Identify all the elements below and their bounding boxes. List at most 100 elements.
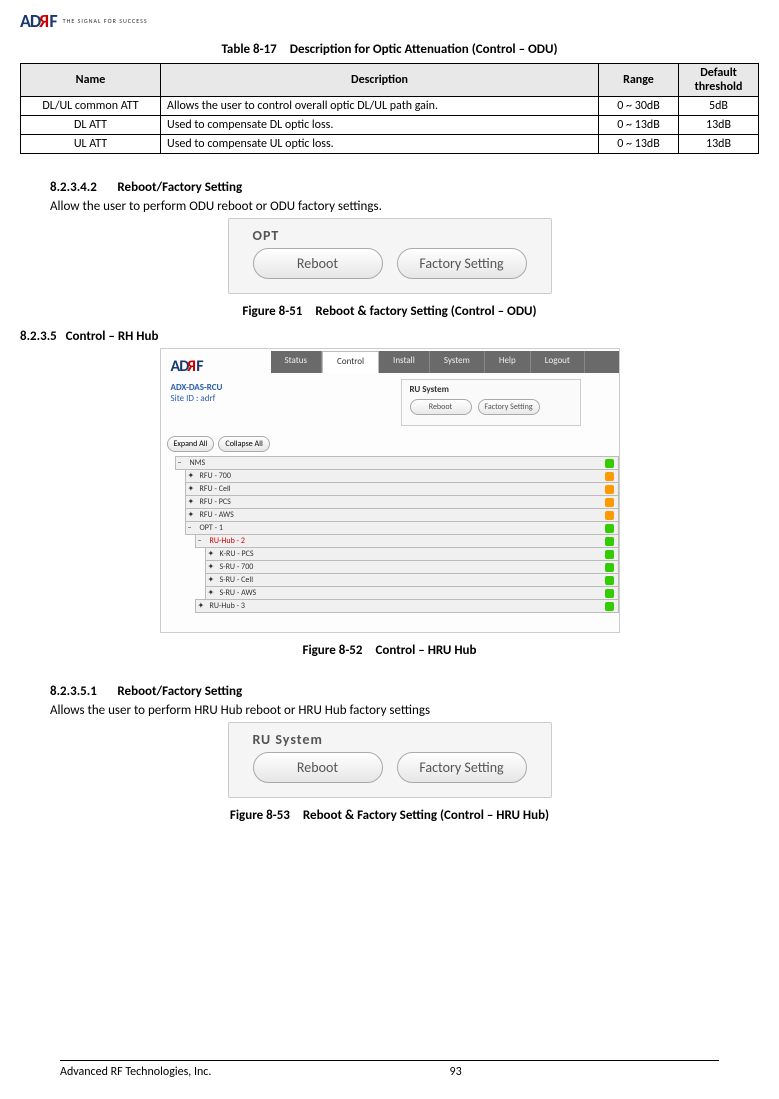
table-caption: Table 8-17 Description for Optic Attenua…: [20, 42, 759, 57]
nav-tabs: Status Control Install System Help Logou…: [271, 351, 619, 373]
logo-ad: AD: [171, 357, 189, 376]
cell-name: UL ATT: [21, 135, 161, 154]
tab-logout[interactable]: Logout: [531, 351, 585, 373]
logo-f: F: [49, 10, 56, 32]
page-footer: Advanced RF Technologies, Inc. 93: [60, 1060, 719, 1079]
cell-range: 0 ~ 30dB: [599, 97, 679, 116]
figure-ru-system-panel: RU System Reboot Factory Setting: [20, 722, 759, 798]
section-title: Reboot/Factory Setting: [117, 180, 242, 195]
cell-default: 13dB: [679, 135, 759, 154]
expand-all-button[interactable]: Expand All: [167, 436, 215, 452]
figure-853-caption: Figure 8-53 Reboot & Factory Setting (Co…: [20, 808, 759, 823]
cell-desc: Used to compensate UL optic loss.: [161, 135, 599, 154]
tree-item-sru700[interactable]: ✦S-RU - 700: [205, 560, 619, 574]
opt-panel-title: OPT: [253, 227, 527, 244]
tree-item-nms[interactable]: −NMS: [175, 456, 619, 470]
expand-icon: ✦: [198, 601, 206, 611]
tree-item-ruhub2[interactable]: −RU-Hub - 2: [195, 534, 619, 548]
status-dot-icon: [605, 485, 614, 494]
section-82342-body: Allow the user to perform ODU reboot or …: [50, 199, 759, 214]
logo-text: ADRF: [20, 10, 57, 32]
ru-system-title: RU System: [253, 731, 527, 748]
reboot-button[interactable]: Reboot: [410, 399, 472, 415]
opt-panel: OPT Reboot Factory Setting: [228, 218, 552, 294]
tree-item-ruhub3[interactable]: ✦RU-Hub - 3: [195, 599, 619, 613]
tree-item-sruaws[interactable]: ✦S-RU - AWS: [205, 586, 619, 600]
section-82342-heading: 8.2.3.4.2 Reboot/Factory Setting: [50, 180, 759, 195]
expand-icon: ✦: [188, 484, 196, 494]
hru-screenshot: ADRF ADX-DAS-RCU Site ID : adrf Status C…: [160, 348, 620, 633]
tree-item-rfupcs[interactable]: ✦RFU - PCS: [185, 495, 619, 509]
cell-range: 0 ~ 13dB: [599, 135, 679, 154]
table-row: UL ATT Used to compensate UL optic loss.…: [21, 135, 759, 154]
status-dot-icon: [605, 511, 614, 520]
figure-852-caption: Figure 8-52 Control – HRU Hub: [20, 643, 759, 658]
footer-company: Advanced RF Technologies, Inc.: [60, 1065, 330, 1079]
collapse-all-button[interactable]: Collapse All: [218, 436, 269, 452]
hru-logo-block: ADRF ADX-DAS-RCU Site ID : adrf: [161, 349, 271, 408]
section-number: 8.2.3.5: [20, 329, 57, 344]
factory-setting-button[interactable]: Factory Setting: [478, 399, 540, 415]
cell-range: 0 ~ 13dB: [599, 116, 679, 135]
cell-default: 13dB: [679, 116, 759, 135]
cell-name: DL/UL common ATT: [21, 97, 161, 116]
th-desc: Description: [161, 64, 599, 97]
tab-status[interactable]: Status: [271, 351, 323, 373]
device-tree: −NMS ✦RFU - 700 ✦RFU - Cell ✦RFU - PCS ✦…: [175, 456, 619, 613]
table-row: DL/UL common ATT Allows the user to cont…: [21, 97, 759, 116]
collapse-icon: −: [178, 458, 186, 468]
section-82351-heading: 8.2.3.5.1 Reboot/Factory Setting: [50, 684, 759, 699]
tree-item-rfu700[interactable]: ✦RFU - 700: [185, 469, 619, 483]
section-number: 8.2.3.4.2: [50, 180, 97, 195]
cell-desc: Used to compensate DL optic loss.: [161, 116, 599, 135]
header-logo: ADRF THE SIGNAL FOR SUCCESS: [20, 10, 759, 32]
figure-hru-hub: ADRF ADX-DAS-RCU Site ID : adrf Status C…: [20, 348, 759, 633]
ru-system-panel-large: RU System Reboot Factory Setting: [228, 722, 552, 798]
cell-desc: Allows the user to control overall optic…: [161, 97, 599, 116]
status-dot-icon: [605, 498, 614, 507]
expand-icon: ✦: [188, 510, 196, 520]
status-dot-icon: [605, 550, 614, 559]
factory-setting-button[interactable]: Factory Setting: [397, 752, 527, 783]
expand-icon: ✦: [208, 575, 216, 585]
cell-name: DL ATT: [21, 116, 161, 135]
tree-item-srucell[interactable]: ✦S-RU - Cell: [205, 573, 619, 587]
status-dot-icon: [605, 537, 614, 546]
status-dot-icon: [605, 524, 614, 533]
th-name: Name: [21, 64, 161, 97]
footer-page-number: 93: [330, 1065, 720, 1079]
factory-setting-button[interactable]: Factory Setting: [397, 248, 527, 279]
reboot-button[interactable]: Reboot: [253, 248, 383, 279]
site-id: Site ID : adrf: [171, 393, 271, 404]
tree-item-opt1[interactable]: −OPT - 1: [185, 521, 619, 535]
logo-f: F: [196, 357, 202, 376]
status-dot-icon: [605, 459, 614, 468]
status-dot-icon: [605, 576, 614, 585]
expand-icon: ✦: [208, 549, 216, 559]
reboot-button[interactable]: Reboot: [253, 752, 383, 783]
tree-item-rfucell[interactable]: ✦RFU - Cell: [185, 482, 619, 496]
tab-help[interactable]: Help: [485, 351, 531, 373]
figure-opt-panel: OPT Reboot Factory Setting: [20, 218, 759, 294]
status-dot-icon: [605, 589, 614, 598]
expand-icon: ✦: [208, 562, 216, 572]
figure-851-caption: Figure 8-51 Reboot & factory Setting (Co…: [20, 304, 759, 319]
tree-item-rfuaws[interactable]: ✦RFU - AWS: [185, 508, 619, 522]
logo-ad: AD: [20, 10, 40, 32]
th-default: Default threshold: [679, 64, 759, 97]
tab-system[interactable]: System: [430, 351, 485, 373]
section-82351-body: Allows the user to perform HRU Hub reboo…: [50, 703, 759, 718]
cell-default: 5dB: [679, 97, 759, 116]
tree-item-kru[interactable]: ✦K-RU - PCS: [205, 547, 619, 561]
section-title: Control – RH Hub: [66, 329, 159, 344]
ru-system-panel: RU System Reboot Factory Setting: [401, 379, 581, 426]
section-number: 8.2.3.5.1: [50, 684, 97, 699]
collapse-icon: −: [198, 536, 206, 546]
tab-control[interactable]: Control: [322, 351, 379, 373]
product-name: ADX-DAS-RCU: [171, 382, 271, 393]
tab-install[interactable]: Install: [379, 351, 430, 373]
expand-icon: ✦: [188, 497, 196, 507]
hru-logo: ADRF: [171, 357, 271, 376]
status-dot-icon: [605, 563, 614, 572]
logo-tagline: THE SIGNAL FOR SUCCESS: [63, 17, 148, 25]
